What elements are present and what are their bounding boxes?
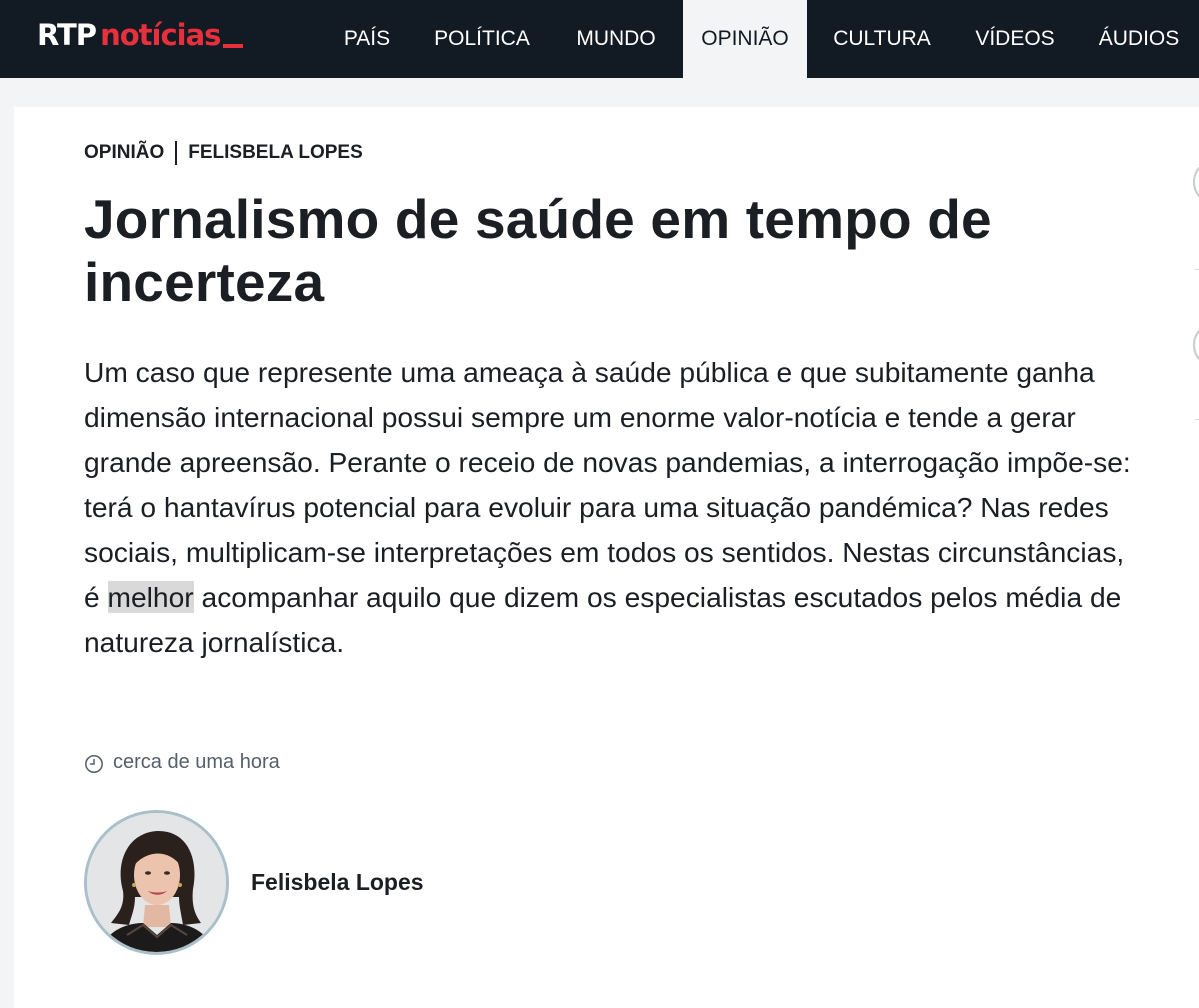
- lead-text-before: Um caso que represente uma ameaça à saúd…: [84, 356, 1131, 613]
- author-block[interactable]: Felisbela Lopes: [84, 809, 424, 955]
- article-title: Jornalismo de saúde em tempo de incertez…: [84, 188, 992, 313]
- author-portrait-image: [87, 812, 226, 952]
- kicker-columnist[interactable]: FELISBELA LOPES: [188, 142, 363, 164]
- article-timestamp: cerca de uma hora: [84, 748, 280, 776]
- edge-share-button[interactable]: [1193, 322, 1199, 368]
- nav-item-cultura[interactable]: CULTURA: [818, 0, 946, 78]
- nav-item-pais[interactable]: PAÍS: [328, 0, 406, 78]
- edge-divider: [1195, 269, 1199, 270]
- article-kicker: OPINIÃO FELISBELA LOPES: [84, 141, 363, 165]
- top-navigation-bar: RTP notícias PAÍS POLÍTICA MUNDO OPINIÃO…: [0, 0, 1199, 78]
- kicker-divider: [175, 141, 178, 165]
- lead-text-after: acompanhar aquilo que dizem os especiali…: [84, 581, 1122, 658]
- timestamp-text: cerca de uma hora: [113, 750, 280, 773]
- kicker-section[interactable]: OPINIÃO: [84, 142, 164, 164]
- author-name[interactable]: Felisbela Lopes: [251, 869, 424, 896]
- nav-item-mundo[interactable]: MUNDO: [560, 0, 672, 78]
- article-lead: Um caso que represente uma ameaça à saúd…: [84, 350, 1144, 665]
- nav-item-videos[interactable]: VÍDEOS: [960, 0, 1070, 78]
- author-avatar[interactable]: [84, 809, 229, 955]
- nav-item-opiniao[interactable]: OPINIÃO: [683, 0, 807, 78]
- nav-item-politica[interactable]: POLÍTICA: [418, 0, 546, 78]
- lead-highlighted-word: melhor: [107, 581, 194, 613]
- edge-divider: [1195, 419, 1199, 420]
- nav-item-audios[interactable]: ÁUDIOS: [1084, 0, 1194, 78]
- clock-icon: [85, 755, 103, 773]
- edge-share-button[interactable]: [1193, 159, 1199, 205]
- main-nav: PAÍS POLÍTICA MUNDO OPINIÃO CULTURA VÍDE…: [0, 0, 1199, 78]
